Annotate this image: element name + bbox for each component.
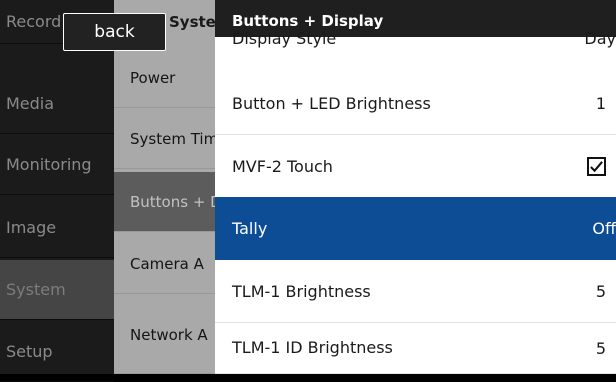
setting-row-mvf2-touch[interactable]: MVF-2 Touch [215,135,616,198]
submenu: System Power System Time Buttons + Displ… [114,0,215,374]
submenu-item-buttons-display[interactable]: Buttons + Display [114,172,215,232]
setting-row-tlm1-brightness[interactable]: TLM-1 Brightness 5 [215,260,616,323]
setting-row-button-led-brightness[interactable]: Button + LED Brightness 1 [215,72,616,135]
submenu-item-power[interactable]: Power [114,48,215,108]
setting-value: 5 [595,338,606,358]
setting-value: 5 [595,282,606,301]
back-button[interactable]: back [63,13,166,51]
setting-label: TLM-1 ID Brightness [232,338,393,357]
setting-label: Button + LED Brightness [232,93,431,113]
setting-row-tally[interactable]: Tally Off [215,197,616,260]
setting-value: Off [592,219,616,238]
mvf2-touch-checkbox[interactable] [587,157,606,176]
setting-label: MVF-2 Touch [232,156,333,176]
setting-value: 1 [595,94,606,113]
submenu-item-network-a[interactable]: Network A [114,296,215,374]
menu-item-monitoring[interactable]: Monitoring [0,135,114,195]
submenu-item-camera-a[interactable]: Camera A [114,234,215,294]
submenu-item-system-time[interactable]: System Time [114,109,215,169]
setting-label: Tally [232,218,268,238]
settings-panel: Buttons + Display Display Style Day Butt… [215,0,616,374]
menu-item-media[interactable]: Media [0,74,114,134]
setting-value-display-style: Day [584,29,616,48]
setting-value [587,135,606,198]
checkmark-icon [590,161,603,173]
menu-item-image[interactable]: Image [0,198,114,258]
menu-item-setup[interactable]: Setup [0,322,114,382]
setting-label: TLM-1 Brightness [232,281,371,301]
setting-label-display-style[interactable]: Display Style [232,29,336,48]
panel-title: Buttons + Display [232,12,384,30]
menu-item-system[interactable]: System [0,260,114,320]
setting-row-tlm1-id-brightness[interactable]: TLM-1 ID Brightness 5 [215,322,616,374]
main-menu: Record Media Monitoring Image System Set… [0,0,114,382]
